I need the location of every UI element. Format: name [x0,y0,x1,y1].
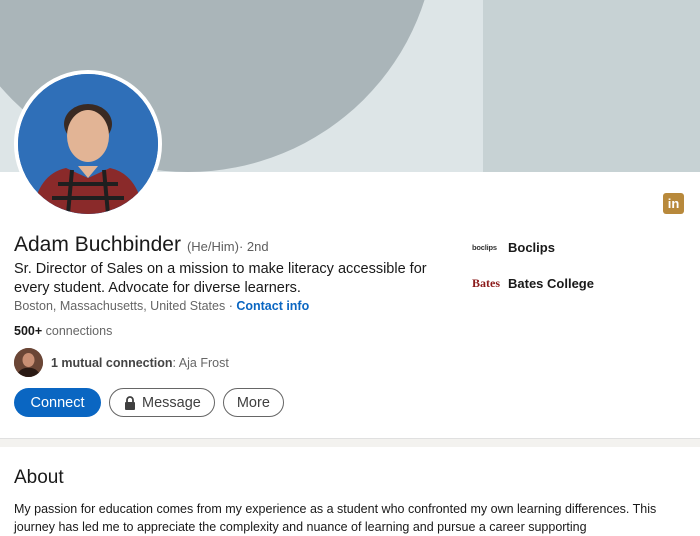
mutual-connections[interactable]: 1 mutual connection: Aja Frost [14,348,229,377]
connection-degree: · 2nd [238,239,269,254]
org-item-bates[interactable]: Bates Bates College [472,274,594,292]
banner-panel-shape [483,0,700,172]
section-divider [0,438,700,447]
profile-headline: Sr. Director of Sales on a mission to ma… [14,261,427,296]
location-row: Boston, Massachusetts, United States · C… [14,299,309,313]
lock-icon [125,395,135,410]
pronouns: (He/Him) [186,239,239,254]
linkedin-icon: in [663,193,684,214]
connect-button[interactable]: Connect [14,388,101,417]
org-name: Bates College [508,275,594,291]
more-button[interactable]: More [222,388,284,417]
mutual-avatar [14,348,43,377]
message-label: Message [142,394,201,411]
mutual-name: : Aja Frost [172,355,229,370]
contact-info-link[interactable]: Contact info [236,299,309,313]
profile-name: Adam Buchbinder [14,233,181,256]
org-name: Boclips [508,239,555,255]
location-text: Boston, Massachusetts, United States [14,299,226,313]
bates-logo: Bates [472,275,500,290]
boclips-logo: boclips [472,242,497,252]
connections-count[interactable]: 500+ connections [14,324,112,338]
mutual-count: 1 mutual connection [51,355,173,370]
connections-label: connections [42,324,113,338]
avatar-photo [18,74,158,214]
message-button[interactable]: Message [109,388,215,417]
profile-avatar[interactable] [14,70,162,218]
experience-education-summary: boclips Boclips Bates Bates College [472,238,594,310]
profile-actions: Connect Message More [14,388,284,417]
about-title: About [14,467,64,488]
name-row: Adam Buchbinder (He/Him) · 2nd [14,233,269,257]
location-separator: · [225,299,237,313]
mutual-avatar-photo [14,348,43,377]
org-item-boclips[interactable]: boclips Boclips [472,238,594,256]
connections-number: 500+ [14,324,43,338]
